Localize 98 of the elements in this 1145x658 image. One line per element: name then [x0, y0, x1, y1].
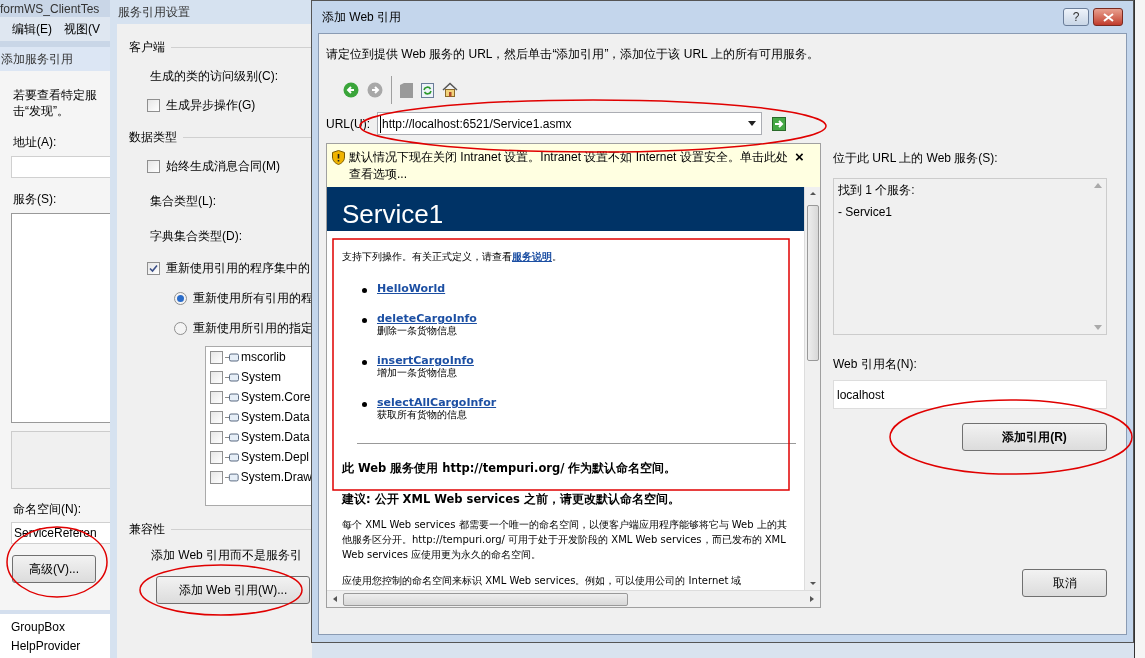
assembly-name[interactable]: System.Data	[241, 411, 310, 424]
shield-warning-icon	[332, 150, 345, 165]
scroll-thumb[interactable]	[806, 205, 819, 361]
section-heading: 客户端	[129, 39, 165, 56]
reference-name-label: Web 引用名(N):	[833, 356, 918, 373]
refresh-icon[interactable]	[421, 82, 434, 98]
operation-description: 获取所有货物的信息	[377, 409, 467, 421]
close-button[interactable]	[1093, 8, 1123, 26]
assembly-icon	[225, 373, 239, 382]
operation-link[interactable]: insertCargoInfo	[377, 354, 474, 367]
checkbox[interactable]	[210, 471, 223, 484]
scroll-thumb[interactable]	[343, 592, 628, 606]
stop-icon[interactable]	[400, 82, 413, 98]
reference-name-field[interactable]: localhost	[833, 380, 1107, 409]
operation-description: 增加一条货物信息	[377, 367, 457, 379]
assembly-icon	[225, 473, 239, 482]
assembly-name[interactable]: mscorlib	[241, 351, 286, 364]
add-web-reference-button[interactable]: 添加 Web 引用(W)...	[156, 576, 310, 604]
horizontal-scrollbar[interactable]	[327, 590, 820, 607]
back-icon[interactable]	[343, 82, 359, 98]
bullet-icon	[362, 360, 367, 365]
assembly-name[interactable]: System.Depl	[241, 451, 310, 464]
page-title: Service1	[342, 199, 444, 229]
address-field[interactable]	[11, 156, 112, 178]
checkbox[interactable]	[210, 411, 223, 424]
checkbox[interactable]	[210, 371, 223, 384]
close-button[interactable]: ×	[795, 149, 804, 164]
cancel-button[interactable]: 取消	[1022, 569, 1107, 597]
checkbox[interactable]	[210, 431, 223, 444]
bullet-icon	[362, 288, 367, 293]
window-title: formWS_ClientTes	[0, 0, 100, 18]
intro-text: 支持下列操作。有关正式定义，请查看服务说明。	[342, 250, 563, 264]
checkbox[interactable]	[147, 98, 160, 112]
operation-link[interactable]: HelloWorld	[377, 282, 446, 295]
checkbox[interactable]	[210, 451, 223, 464]
intro-text: 若要查看特定服	[13, 87, 98, 103]
checkbox-label: 重新使用引用的程序集中的	[166, 260, 310, 277]
home-icon[interactable]	[442, 82, 458, 98]
operation-description: 删除一条货物信息	[377, 325, 458, 337]
bullet-icon	[362, 318, 367, 323]
advanced-button[interactable]: 高级(V)...	[12, 555, 96, 583]
forward-icon[interactable]	[367, 82, 383, 98]
collection-type-label: 集合类型(L):	[150, 193, 217, 210]
radio-button[interactable]	[174, 321, 187, 335]
address-label: 地址(A):	[13, 134, 58, 151]
recommendation-text: 建议: 公开 XML Web services 之前，请更改默认命名空间。	[342, 491, 681, 509]
paragraph-text: 应使用您控制的命名空间来标识 XML Web services。例如，可以使用公司的 Internet 域	[342, 573, 743, 588]
operation-link[interactable]: deleteCargoInfo	[377, 312, 477, 325]
toolbox-item[interactable]: HelpProvider	[11, 637, 112, 656]
checkbox-label: 生成异步操作(G)	[166, 97, 256, 114]
checkbox-label: 始终生成消息合同(M)	[166, 158, 280, 175]
section-heading: 数据类型	[129, 129, 177, 146]
intro-text: 击“发现”。	[13, 103, 70, 119]
service-entry: 找到 1 个服务:	[838, 183, 916, 197]
operation-link[interactable]: selectAllCargoInfor	[377, 396, 497, 409]
services-label: 服务(S):	[13, 191, 58, 208]
bullet-icon	[362, 402, 367, 407]
toolbox-item[interactable]: GroupBox	[11, 618, 112, 637]
vertical-scrollbar[interactable]	[804, 187, 820, 590]
add-reference-button[interactable]: 添加引用(R)	[962, 423, 1107, 451]
assembly-icon	[225, 433, 239, 442]
paragraph-text: 每个 XML Web services 都需要一个唯一的命名空间，以便客户端应用程序能够将它与 Web 上的其他服务区分开。http://tempuri.org/ 可用于处于开发阶段的 XML Web services，而已发布的 XML Web services 应使用更为永久的命名空间。	[342, 517, 788, 562]
instructions-text: 请定位到提供 Web 服务的 URL，然后单击“添加引用”，添加位于该 URL 上的所有可用服务。	[326, 46, 820, 63]
assembly-icon	[225, 453, 239, 462]
checkbox[interactable]	[210, 391, 223, 404]
assembly-name[interactable]: System.Draw	[240, 471, 312, 484]
services-label: 位于此 URL 上的 Web 服务(S):	[833, 150, 999, 167]
assembly-icon	[225, 353, 239, 362]
assembly-icon	[225, 413, 239, 422]
menu-item[interactable]: 编辑(E)	[12, 20, 52, 38]
compatibility-text: 添加 Web 引用而不是服务引	[151, 547, 304, 564]
access-level-label: 生成的类的访问级别(C):	[150, 68, 279, 85]
assembly-icon	[225, 393, 239, 402]
assembly-name[interactable]: System.Data	[241, 431, 310, 444]
dialog-title: 添加 Web 引用	[322, 9, 403, 26]
help-button[interactable]: ?	[1063, 8, 1089, 26]
service-description-link[interactable]: 服务说明	[512, 251, 552, 262]
checkbox[interactable]	[147, 261, 160, 275]
window-title: 服务引用设置	[118, 4, 190, 21]
namespace-note: 此 Web 服务使用 http://tempuri.org/ 作为默认命名空间。	[342, 460, 678, 477]
infobar-text: 默认情况下现在关闭 Intranet 设置。Intranet 设置不如 Internet 设置安全。单击此处查看选项...	[349, 149, 789, 183]
url-combobox[interactable]: http://localhost:6521/Service1.asmx	[377, 112, 762, 135]
service-entry: - Service1	[838, 205, 894, 219]
checkbox[interactable]	[147, 159, 160, 173]
security-infobar[interactable]: 默认情况下现在关闭 Intranet 设置。Intranet 设置不如 Internet 设置安全。单击此处查看选项... ×	[327, 144, 820, 187]
menu-item[interactable]: 视图(V	[64, 20, 100, 38]
dictionary-type-label: 字典集合类型(D):	[150, 228, 243, 245]
assembly-name[interactable]: System.Core	[241, 391, 311, 404]
radio-button[interactable]	[174, 291, 187, 305]
assembly-name[interactable]: System	[241, 371, 281, 384]
go-icon[interactable]	[772, 116, 786, 131]
checkbox[interactable]	[210, 351, 223, 364]
close-icon	[1102, 12, 1114, 22]
dropdown-arrow-icon[interactable]	[748, 121, 756, 126]
section-heading: 兼容性	[129, 521, 165, 538]
panel-title: 添加服务引用	[1, 51, 73, 68]
namespace-label: 命名空间(N):	[13, 501, 82, 518]
radio-label: 重新使用所引用的指定	[193, 320, 312, 337]
